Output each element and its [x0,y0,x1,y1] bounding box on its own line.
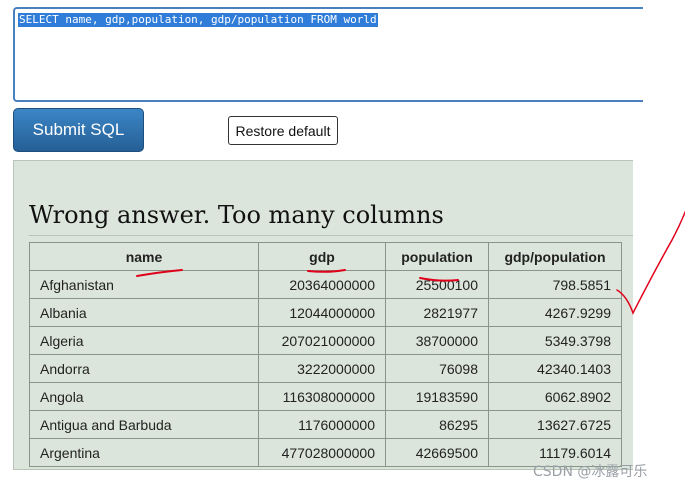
cell-name: Albania [29,298,259,327]
cell-population: 38700000 [385,326,489,355]
cell-name: Argentina [29,438,259,467]
cell-name: Algeria [29,326,259,355]
divider [29,235,633,236]
cell-gdp: 3222000000 [258,354,386,383]
cell-population: 86295 [385,410,489,439]
column-header-gdp-per-population: gdp/population [488,242,622,271]
submit-sql-button[interactable]: Submit SQL [13,108,144,152]
cell-gdp: 207021000000 [258,326,386,355]
table-row: Afghanistan 20364000000 25500100 798.585… [29,270,622,299]
header-row: name gdp population gdp/population [29,242,622,271]
cell-gdp: 1176000000 [258,410,386,439]
table-row: Angola 116308000000 19183590 6062.8902 [29,382,622,411]
cell-population: 2821977 [385,298,489,327]
cell-gdp-per-population: 4267.9299 [488,298,622,327]
cell-gdp: 12044000000 [258,298,386,327]
table-row: Albania 12044000000 2821977 4267.9299 [29,298,622,327]
cell-gdp: 477028000000 [258,438,386,467]
result-panel: Wrong answer. Too many columns name gdp … [13,160,633,470]
cell-gdp-per-population: 6062.8902 [488,382,622,411]
column-header-gdp: gdp [258,242,386,271]
cell-gdp-per-population: 13627.6725 [488,410,622,439]
cell-gdp: 20364000000 [258,270,386,299]
cell-gdp: 116308000000 [258,382,386,411]
table-row: Andorra 3222000000 76098 42340.1403 [29,354,622,383]
sql-query-text[interactable]: SELECT name, gdp,population, gdp/populat… [18,13,378,27]
cell-name: Andorra [29,354,259,383]
table-row: Algeria 207021000000 38700000 5349.3798 [29,326,622,355]
cell-name: Afghanistan [29,270,259,299]
result-table: name gdp population gdp/population Afgha… [29,242,622,467]
cell-population: 42669500 [385,438,489,467]
result-message: Wrong answer. Too many columns [29,201,444,229]
cell-name: Antigua and Barbuda [29,410,259,439]
column-header-name: name [29,242,259,271]
restore-default-button[interactable]: Restore default [228,116,338,145]
cell-population: 25500100 [385,270,489,299]
cell-population: 76098 [385,354,489,383]
csdn-watermark: CSDN @冰露可乐 [533,464,648,480]
cell-gdp-per-population: 42340.1403 [488,354,622,383]
column-header-population: population [385,242,489,271]
cell-gdp-per-population: 798.5851 [488,270,622,299]
sql-editor[interactable]: SELECT name, gdp,population, gdp/populat… [13,7,643,102]
cell-population: 19183590 [385,382,489,411]
cell-gdp-per-population: 5349.3798 [488,326,622,355]
cell-name: Angola [29,382,259,411]
table-row: Antigua and Barbuda 1176000000 86295 136… [29,410,622,439]
